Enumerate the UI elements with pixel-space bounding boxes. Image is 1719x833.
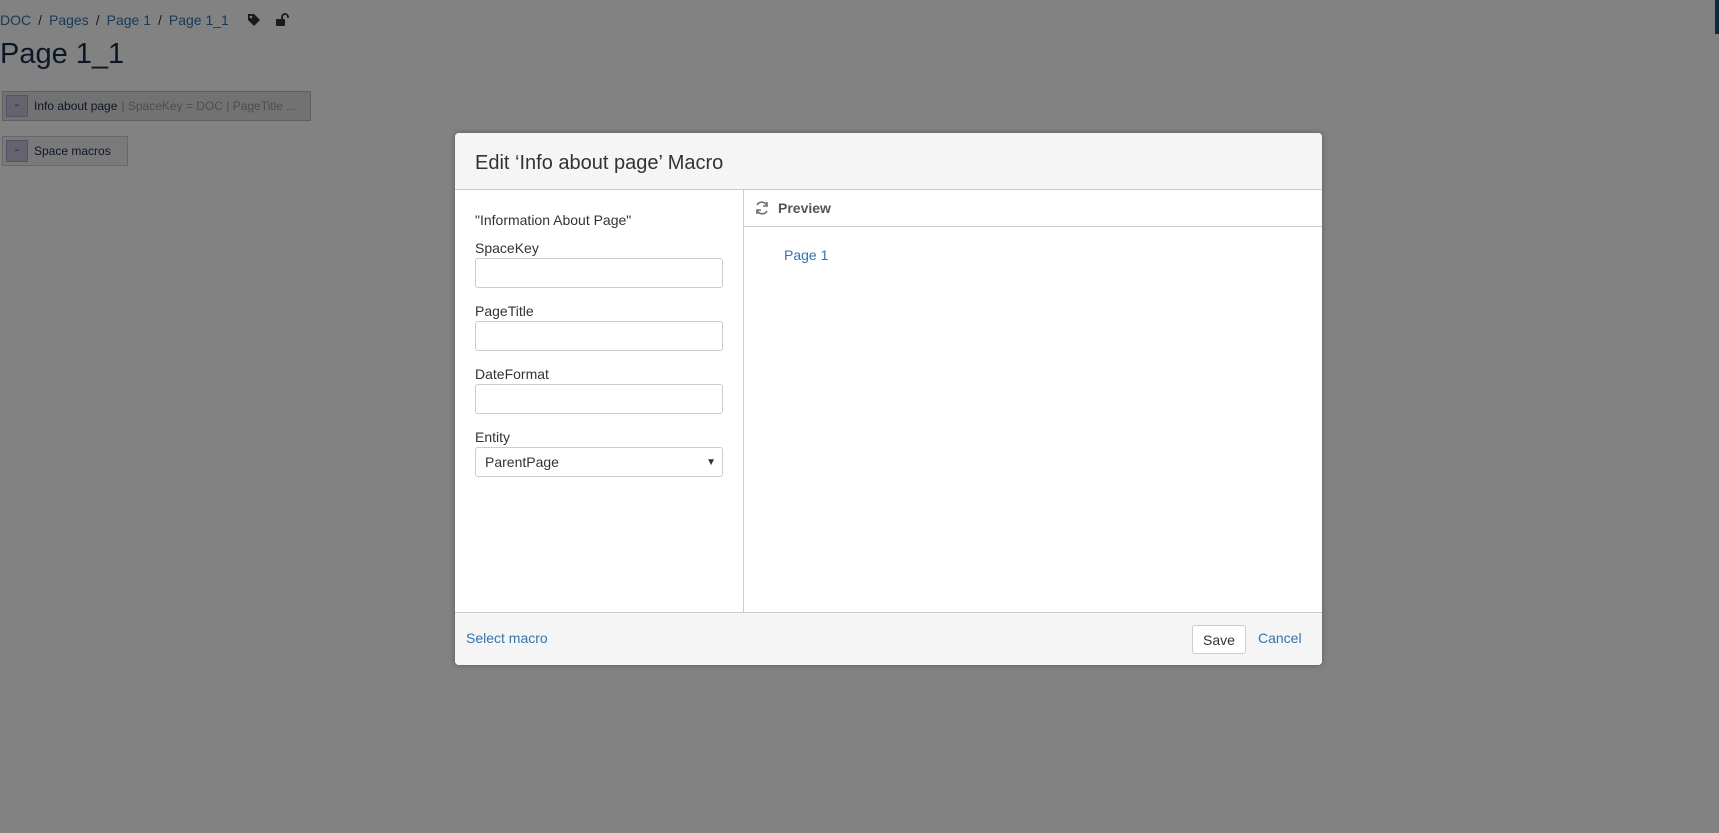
dialog-footer: Select macro Save Cancel [455, 612, 1322, 665]
spacekey-input[interactable] [475, 258, 723, 288]
macro-description: "Information About Page" [475, 212, 632, 228]
pagetitle-label: PageTitle [475, 303, 534, 319]
pagetitle-input[interactable] [475, 321, 723, 351]
preview-title: Preview [778, 200, 831, 216]
refresh-icon[interactable] [754, 200, 770, 216]
entity-select[interactable]: ParentPage ▼ [475, 447, 723, 477]
preview-page-link[interactable]: Page 1 [784, 247, 828, 263]
save-button[interactable]: Save [1192, 625, 1246, 654]
preview-header: Preview [744, 190, 1322, 227]
dialog-header: Edit ‘Info about page’ Macro [455, 133, 1322, 190]
preview-panel: Preview Page 1 [744, 190, 1322, 612]
dialog-title: Edit ‘Info about page’ Macro [475, 152, 724, 174]
cancel-link[interactable]: Cancel [1258, 630, 1302, 646]
entity-label: Entity [475, 429, 511, 445]
dateformat-input[interactable] [475, 384, 723, 414]
spacekey-label: SpaceKey [475, 240, 539, 256]
select-macro-link[interactable]: Select macro [466, 630, 548, 646]
entity-selected-value: ParentPage [485, 454, 559, 470]
macro-parameters-panel: "Information About Page" SpaceKey PageTi… [455, 190, 744, 612]
dropdown-arrow-icon: ▼ [706, 456, 716, 468]
preview-content: Page 1 [744, 227, 1322, 265]
macro-edit-dialog: Edit ‘Info about page’ Macro "Informatio… [455, 133, 1322, 665]
dateformat-label: DateFormat [475, 366, 549, 382]
